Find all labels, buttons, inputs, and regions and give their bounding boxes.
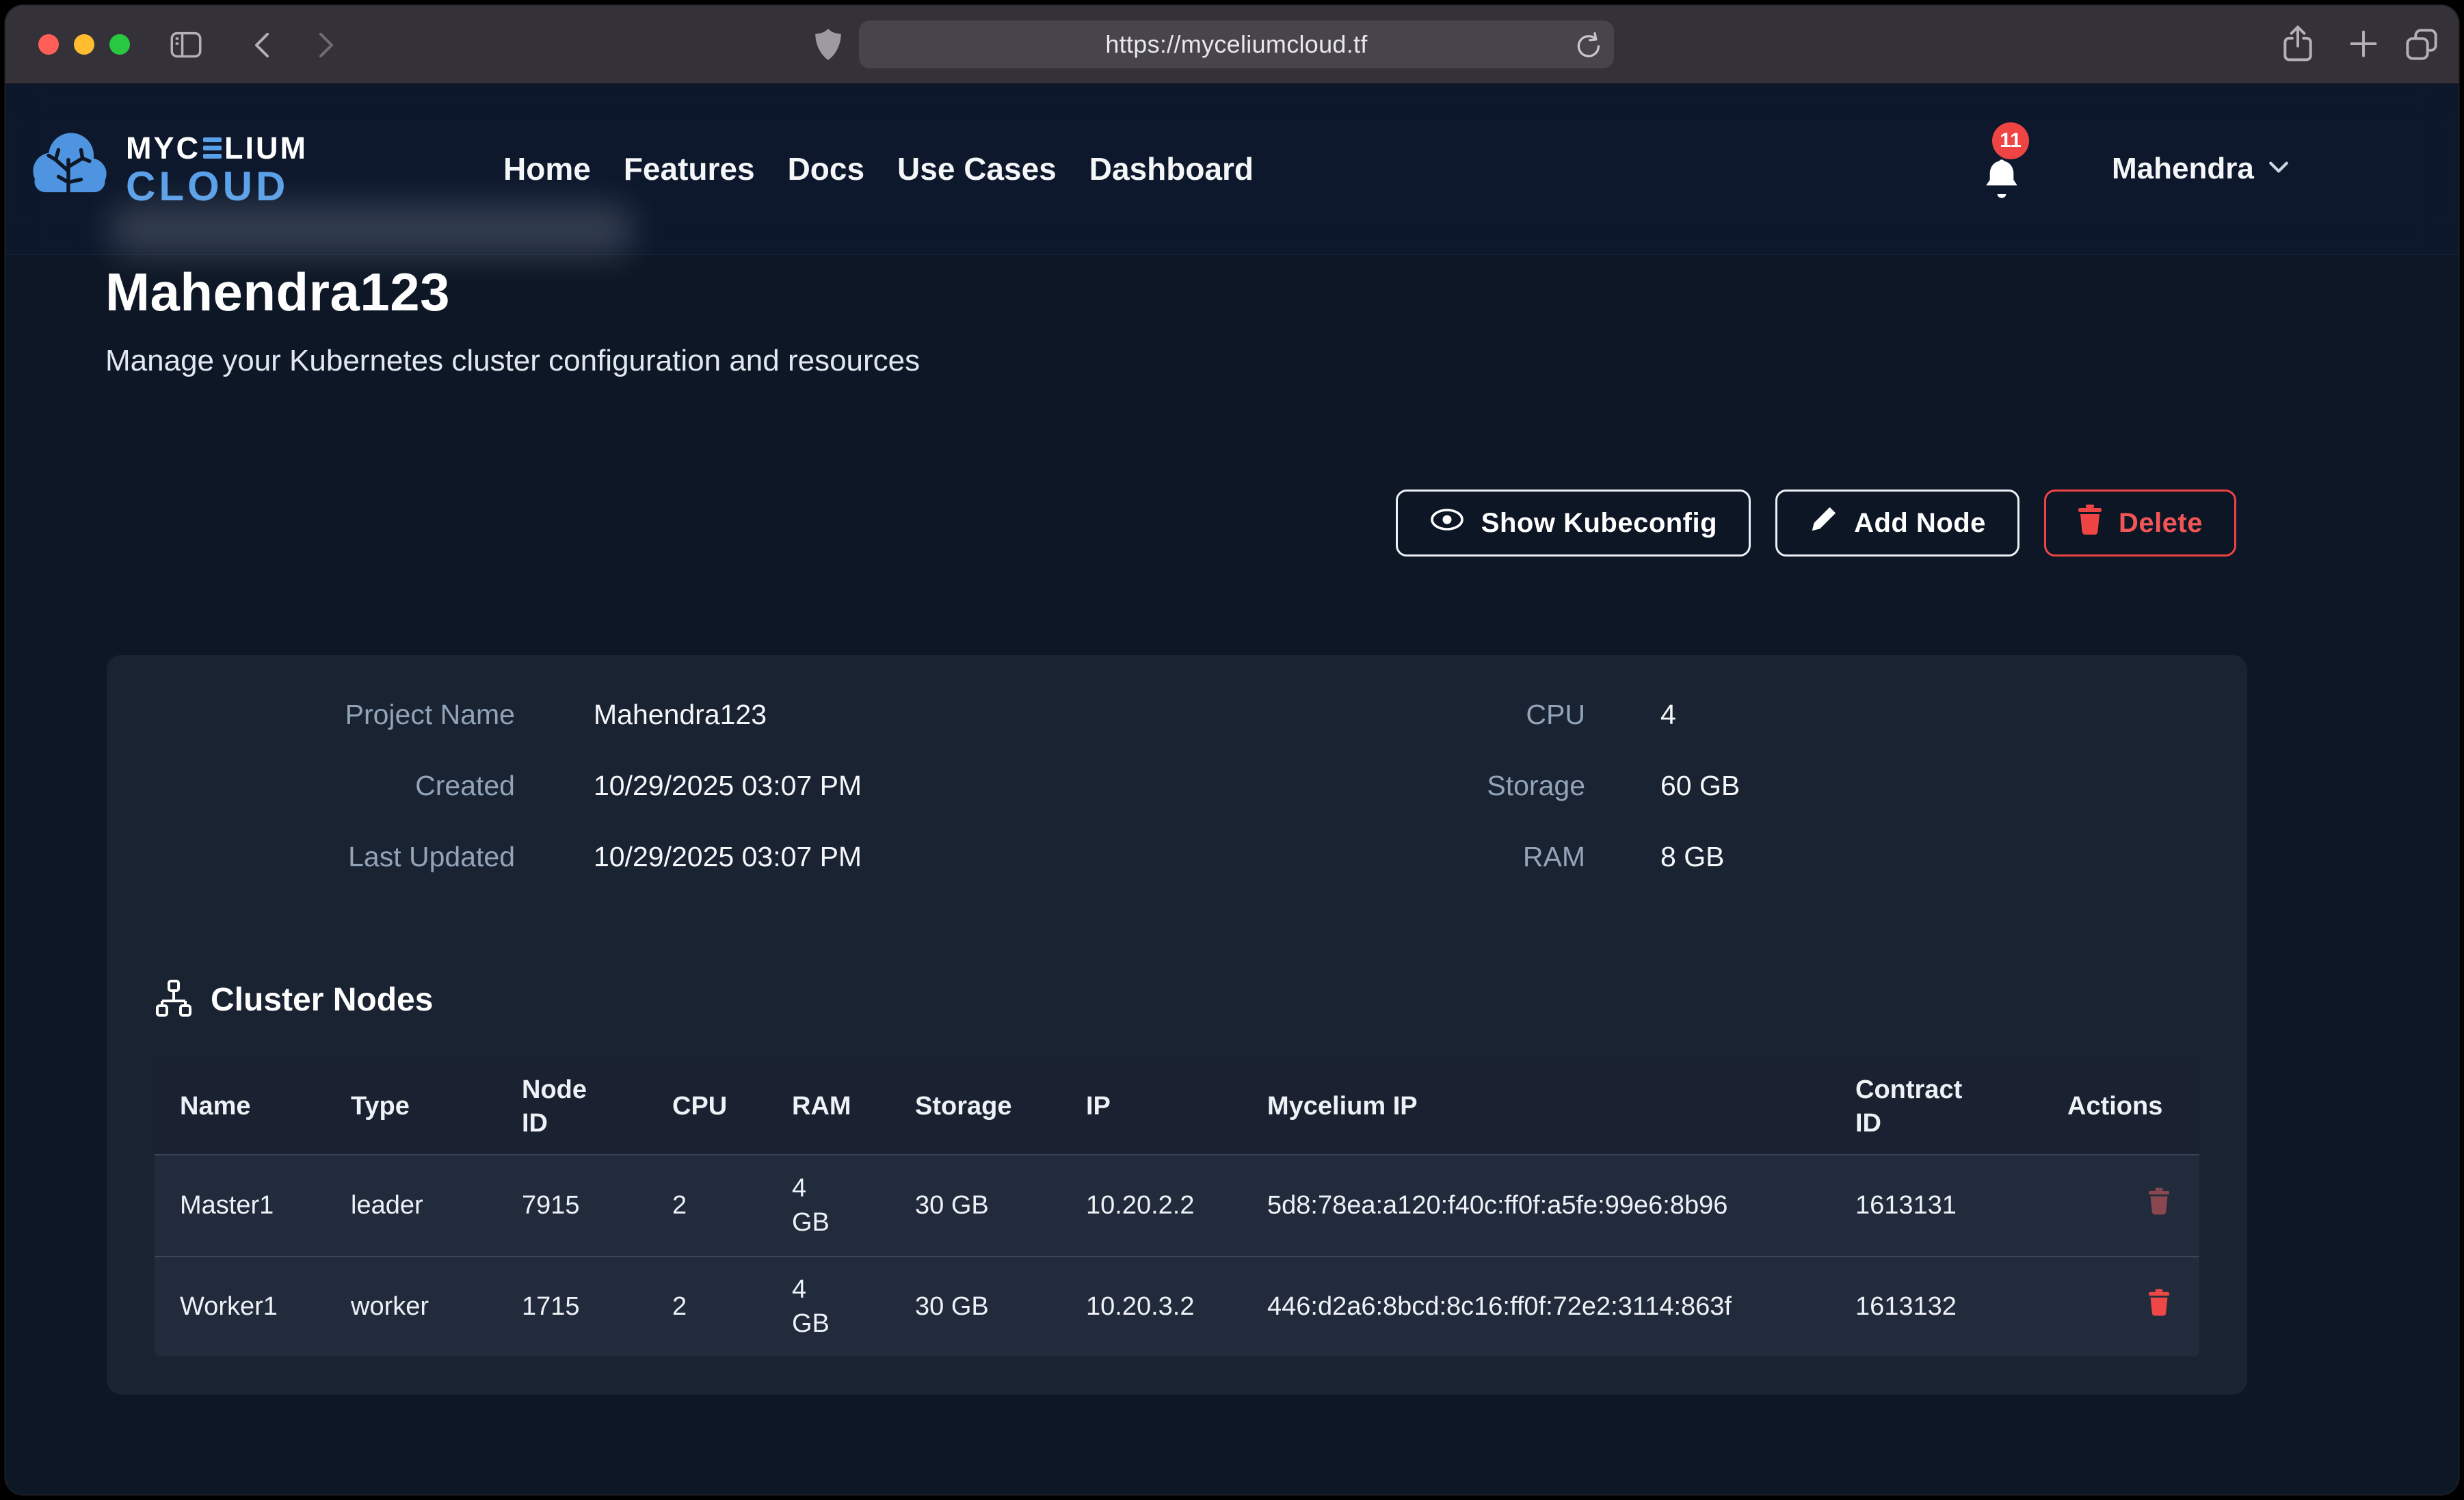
col-node-id: Node ID [522,1073,672,1141]
browser-toolbar: https://myceliumcloud.tf [5,5,2459,84]
cell-node-id: 7915 [522,1189,672,1222]
cell-type: worker [351,1290,522,1324]
cell-ip: 10.20.3.2 [1086,1290,1267,1324]
main-nav: Home Features Docs Use Cases Dashboard [503,83,1254,254]
delete-cluster-button[interactable]: Delete [2044,490,2236,557]
chevron-down-icon [2268,159,2290,179]
user-name: Mahendra [2112,152,2254,186]
cell-storage: 30 GB [915,1290,1086,1324]
col-cpu: CPU [672,1090,792,1123]
detail-value: 8 GB [1660,840,1724,874]
cell-mycelium-ip: 5d8:78ea:a120:f40c:ff0f:a5fe:99e6:8b96 [1267,1189,1855,1222]
detail-label: Project Name [107,697,515,732]
pencil-icon [1809,505,1838,541]
delete-node-icon[interactable] [2148,1188,2170,1224]
col-actions: Actions [2067,1090,2199,1123]
nav-item-dashboard[interactable]: Dashboard [1089,150,1254,187]
col-type: Type [351,1090,522,1123]
cell-type: leader [351,1189,522,1222]
cell-contract-id: 1613132 [1855,1290,2067,1324]
detail-label: RAM [1303,840,1585,874]
address-bar[interactable]: https://myceliumcloud.tf [859,21,1614,68]
cell-name: Master1 [180,1189,351,1222]
logo-text: MYC LIUM CLOUD [126,133,308,207]
page-title: Mahendra123 [105,265,450,319]
cell-actions [2067,1188,2199,1224]
forward-icon[interactable] [309,30,339,60]
reload-icon[interactable] [1574,31,1602,59]
cell-cpu: 2 [672,1189,792,1222]
col-mycelium-ip: Mycelium IP [1267,1090,1855,1123]
detail-value: 4 [1660,697,1676,732]
notification-badge: 11 [1992,122,2029,159]
logo[interactable]: MYC LIUM CLOUD [25,123,308,217]
cell-ip: 10.20.2.2 [1086,1189,1267,1222]
col-ram: RAM [792,1090,915,1123]
eye-icon [1429,507,1465,539]
delete-node-icon[interactable] [2148,1289,2170,1325]
detail-value: 10/29/2025 03:07 PM [594,768,862,803]
table-row: Master1 leader 7915 2 4 GB 30 GB 10.20.2… [155,1155,2199,1256]
col-ip: IP [1086,1090,1267,1123]
nav-item-home[interactable]: Home [503,150,591,187]
zoom-window-button[interactable] [109,34,130,55]
cluster-nodes-table: Name Type Node ID CPU RAM Storage IP Myc… [155,1060,2199,1356]
tab-overview-icon[interactable] [2405,27,2439,62]
mycelium-cloud-logo-icon [25,123,115,217]
cell-node-id: 1715 [522,1290,672,1324]
sidebar-toggle-icon[interactable] [170,28,202,61]
user-menu[interactable]: Mahendra [2112,83,2290,254]
detail-label: Storage [1303,768,1585,803]
cell-cpu: 2 [672,1290,792,1324]
page-subtitle: Manage your Kubernetes cluster configura… [105,343,920,379]
detail-value: Mahendra123 [594,697,767,732]
privacy-shield-icon[interactable] [811,27,845,62]
cell-ram: 4 GB [792,1273,915,1341]
table-row: Worker1 worker 1715 2 4 GB 30 GB 10.20.3… [155,1256,2199,1356]
detail-label: Created [107,768,515,803]
col-contract-id: Contract ID [1855,1073,2067,1141]
table-header-row: Name Type Node ID CPU RAM Storage IP Myc… [155,1060,2199,1155]
close-window-button[interactable] [38,34,59,55]
col-name: Name [180,1090,351,1123]
nav-item-use-cases[interactable]: Use Cases [897,150,1057,187]
detail-label: CPU [1303,697,1585,732]
cell-storage: 30 GB [915,1189,1086,1222]
show-kubeconfig-button[interactable]: Show Kubeconfig [1396,490,1751,557]
back-icon[interactable] [249,30,279,60]
cluster-nodes-title: Cluster Nodes [211,981,433,1019]
url-text: https://myceliumcloud.tf [1105,30,1367,59]
add-node-button[interactable]: Add Node [1775,490,2019,557]
cell-contract-id: 1613131 [1855,1189,2067,1222]
site-header: MYC LIUM CLOUD Home Features Docs Use Ca… [5,83,2459,255]
col-storage: Storage [915,1090,1086,1123]
detail-value: 10/29/2025 03:07 PM [594,840,862,874]
screenshot-stage: https://myceliumcloud.tf [0,0,2464,1500]
logo-e-bars-icon [203,137,222,159]
browser-window: https://myceliumcloud.tf [5,5,2459,1495]
cell-name: Worker1 [180,1290,351,1324]
cell-ram: 4 GB [792,1172,915,1240]
minimize-window-button[interactable] [74,34,94,55]
cluster-actions: Show Kubeconfig Add Node [1396,490,2236,557]
notifications-button[interactable]: 11 [1972,111,2061,234]
cell-mycelium-ip: 446:d2a6:8bcd:8c16:ff0f:72e2:3114:863f [1267,1290,1855,1324]
share-icon[interactable] [2280,25,2316,63]
detail-label: Last Updated [107,840,515,874]
logo-line2: CLOUD [126,166,308,207]
nav-item-docs[interactable]: Docs [788,150,864,187]
cluster-nodes-heading: Cluster Nodes [155,979,433,1021]
bell-icon [1981,156,2023,207]
cluster-details-card: Project Name Mahendra123 Created 10/29/2… [107,655,2247,1395]
page-content: Mahendra123 [5,83,2459,1495]
cell-actions [2067,1289,2199,1325]
new-tab-icon[interactable] [2347,27,2380,60]
logo-line1: MYC LIUM [126,133,308,163]
trash-icon [2078,505,2102,541]
network-icon [155,979,193,1021]
traffic-lights [38,34,130,55]
detail-value: 60 GB [1660,768,1740,803]
nav-item-features[interactable]: Features [624,150,755,187]
